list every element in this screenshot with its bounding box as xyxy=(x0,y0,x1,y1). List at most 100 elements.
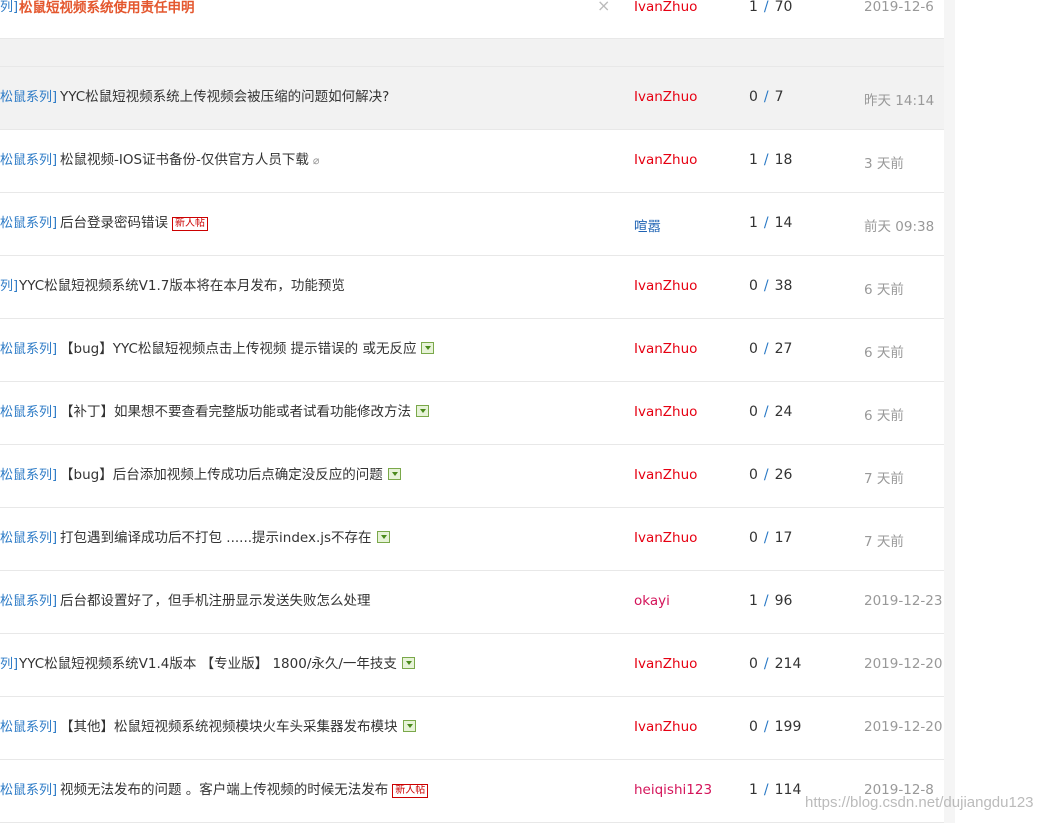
thread-row[interactable]: 列] YYC松鼠短视频系统V1.4版本 【专业版】 1800/永久/一年技支 Iva… xyxy=(0,634,944,697)
thread-category-link[interactable]: 松鼠系列] xyxy=(0,212,57,231)
thread-title-wrap: YYC松鼠短视频系统上传视频会被压缩的问题如何解决? xyxy=(60,85,389,105)
thread-counts: 1 / 114 xyxy=(749,782,801,798)
thread-author[interactable]: IvanZhuo xyxy=(634,530,697,546)
thread-date: 昨天 14:14 xyxy=(864,93,935,109)
thread-date: 2019-12-20 xyxy=(864,719,943,735)
thread-author[interactable]: IvanZhuo xyxy=(634,404,697,420)
thread-title-link[interactable]: 【其他】松鼠短视频系统视频模块火车头采集器发布模块 xyxy=(60,719,398,735)
count-separator: / xyxy=(763,719,769,735)
thread-category-link[interactable]: 松鼠系列] xyxy=(0,590,57,609)
view-count: 14 xyxy=(774,215,793,231)
thread-date: 2019-12-6 xyxy=(864,0,934,15)
reply-count: 0 xyxy=(749,656,758,672)
thread-counts: 1 / 70 xyxy=(749,0,792,15)
thread-title-wrap: 打包遇到编译成功后不打包 ......提示index.js不存在 xyxy=(60,526,390,546)
thread-title-link[interactable]: 视频无法发布的问题 。客户端上传视频的时候无法发布 xyxy=(60,782,388,798)
thread-date: 2019-12-20 xyxy=(864,656,943,672)
thread-category-link[interactable]: 松鼠系列] xyxy=(0,464,57,483)
thread-category-link[interactable]: 松鼠系列] xyxy=(0,779,57,798)
thread-author[interactable]: IvanZhuo xyxy=(634,278,697,294)
section-separator xyxy=(0,39,944,67)
thread-row[interactable]: 松鼠系列] 【补丁】如果想不要查看完整版功能或者试看功能修改方法 IvanZhuo 0… xyxy=(0,382,944,445)
thread-counts: 1 / 96 xyxy=(749,593,792,609)
thread-date: 6 天前 xyxy=(864,345,904,361)
thread-author[interactable]: IvanZhuo xyxy=(634,467,697,483)
close-icon[interactable]: × xyxy=(597,0,610,15)
thread-author[interactable]: 喧嚣 xyxy=(634,215,661,235)
sticky-thread-title[interactable]: 松鼠短视频系统使用责任申明 xyxy=(19,0,195,16)
thread-title-wrap: 后台都设置好了，但手机注册显示发送失败怎么处理 xyxy=(60,589,371,609)
thread-row[interactable]: 松鼠系列] 【bug】后台添加视频上传成功后点确定没反应的问题 IvanZhuo 0 /… xyxy=(0,445,944,508)
thread-title-wrap: YYC松鼠短视频系统V1.4版本 【专业版】 1800/永久/一年技支 xyxy=(19,652,415,672)
thread-counts: 0 / 17 xyxy=(749,530,792,546)
view-count: 24 xyxy=(774,404,793,420)
thread-counts: 1 / 18 xyxy=(749,152,792,168)
count-separator: / xyxy=(763,152,769,168)
thread-author[interactable]: IvanZhuo xyxy=(634,89,697,105)
thread-category-link[interactable]: 松鼠系列] xyxy=(0,401,57,420)
thread-row[interactable]: 松鼠系列] YYC松鼠短视频系统上传视频会被压缩的问题如何解决? IvanZhuo 0… xyxy=(0,67,944,130)
thread-date: 3 天前 xyxy=(864,156,904,172)
thread-title-link[interactable]: 【bug】后台添加视频上传成功后点确定没反应的问题 xyxy=(60,467,383,483)
count-separator: / xyxy=(763,0,769,15)
thread-row[interactable]: 松鼠系列] 【其他】松鼠短视频系统视频模块火车头采集器发布模块 IvanZhuo 0 /… xyxy=(0,697,944,760)
sticky-thread-row[interactable]: 列] 松鼠短视频系统使用责任申明 × IvanZhuo 1 / 70 2019-12… xyxy=(0,0,944,39)
count-separator: / xyxy=(763,341,769,357)
reply-count: 0 xyxy=(749,89,758,105)
thread-category-link[interactable]: 列] xyxy=(0,653,18,672)
thread-category-link[interactable]: 松鼠系列] xyxy=(0,716,57,735)
thread-category-link[interactable]: 松鼠系列] xyxy=(0,527,57,546)
view-count: 199 xyxy=(774,719,802,735)
thread-author[interactable]: IvanZhuo xyxy=(634,0,697,15)
thread-category-link[interactable]: 列] xyxy=(0,275,18,294)
thread-author[interactable]: okayi xyxy=(634,593,670,609)
image-attachment-icon xyxy=(376,531,390,543)
thread-title-link[interactable]: 后台登录密码错误 xyxy=(60,215,168,231)
thread-title-wrap: 【补丁】如果想不要查看完整版功能或者试看功能修改方法 xyxy=(60,400,429,420)
thread-category-link[interactable]: 松鼠系列] xyxy=(0,86,57,105)
thread-title-wrap: 【bug】后台添加视频上传成功后点确定没反应的问题 xyxy=(60,463,401,483)
thread-author[interactable]: IvanZhuo xyxy=(634,341,697,357)
view-count: 96 xyxy=(774,593,793,609)
count-separator: / xyxy=(763,404,769,420)
thread-row[interactable]: 松鼠系列] 后台登录密码错误 新人帖 喧嚣 1 / 14 前天 09:38 xyxy=(0,193,944,256)
reply-count: 1 xyxy=(749,593,758,609)
thread-author[interactable]: IvanZhuo xyxy=(634,719,697,735)
thread-title-link[interactable]: 松鼠视频-IOS证书备份-仅供官方人员下载 xyxy=(60,152,309,168)
reply-count: 1 xyxy=(749,0,758,15)
thread-row[interactable]: 松鼠系列] 视频无法发布的问题 。客户端上传视频的时候无法发布 新人帖 heiqish… xyxy=(0,760,944,823)
thread-author[interactable]: heiqishi123 xyxy=(634,782,712,798)
thread-title-link[interactable]: YYC松鼠短视频系统上传视频会被压缩的问题如何解决? xyxy=(60,89,389,105)
thread-title-link[interactable]: 【bug】YYC松鼠短视频点击上传视频 提示错误的 或无反应 xyxy=(60,341,416,357)
reply-count: 0 xyxy=(749,341,758,357)
paperclip-icon: ⌀ xyxy=(312,154,320,167)
thread-date: 6 天前 xyxy=(864,408,904,424)
thread-title-link[interactable]: 后台都设置好了，但手机注册显示发送失败怎么处理 xyxy=(60,593,371,609)
count-separator: / xyxy=(763,89,769,105)
thread-author[interactable]: IvanZhuo xyxy=(634,152,697,168)
view-count: 26 xyxy=(774,467,793,483)
thread-row[interactable]: 松鼠系列] 【bug】YYC松鼠短视频点击上传视频 提示错误的 或无反应 IvanZ… xyxy=(0,319,944,382)
thread-title-link[interactable]: 打包遇到编译成功后不打包 ......提示index.js不存在 xyxy=(60,530,372,546)
thread-category-link[interactable]: 松鼠系列] xyxy=(0,338,57,357)
thread-category-link[interactable]: 松鼠系列] xyxy=(0,149,57,168)
view-count: 70 xyxy=(774,0,793,15)
count-separator: / xyxy=(763,530,769,546)
thread-row[interactable]: 列] YYC松鼠短视频系统V1.7版本将在本月发布，功能预览 IvanZhuo 0 / 3… xyxy=(0,256,944,319)
thread-date: 2019-12-23 xyxy=(864,593,943,609)
thread-title-link[interactable]: YYC松鼠短视频系统V1.4版本 【专业版】 1800/永久/一年技支 xyxy=(19,656,397,672)
thread-category-link[interactable]: 列] xyxy=(0,0,18,15)
thread-title-link[interactable]: 【补丁】如果想不要查看完整版功能或者试看功能修改方法 xyxy=(60,404,411,420)
thread-counts: 0 / 38 xyxy=(749,278,792,294)
right-margin xyxy=(955,0,1054,823)
thread-title-wrap: 松鼠视频-IOS证书备份-仅供官方人员下载 ⌀ xyxy=(60,148,320,168)
thread-title-wrap: 【bug】YYC松鼠短视频点击上传视频 提示错误的 或无反应 xyxy=(60,337,435,357)
thread-row[interactable]: 松鼠系列] 打包遇到编译成功后不打包 ......提示index.js不存在 Iva… xyxy=(0,508,944,571)
thread-author[interactable]: IvanZhuo xyxy=(634,656,697,672)
thread-row[interactable]: 松鼠系列] 松鼠视频-IOS证书备份-仅供官方人员下载 ⌀ IvanZhuo 1 / 18 3… xyxy=(0,130,944,193)
view-count: 7 xyxy=(774,89,784,105)
image-attachment-icon xyxy=(402,720,416,732)
thread-row[interactable]: 松鼠系列] 后台都设置好了，但手机注册显示发送失败怎么处理 okayi 1 / 96 201… xyxy=(0,571,944,634)
thread-counts: 0 / 24 xyxy=(749,404,792,420)
thread-title-link[interactable]: YYC松鼠短视频系统V1.7版本将在本月发布，功能预览 xyxy=(19,278,345,294)
